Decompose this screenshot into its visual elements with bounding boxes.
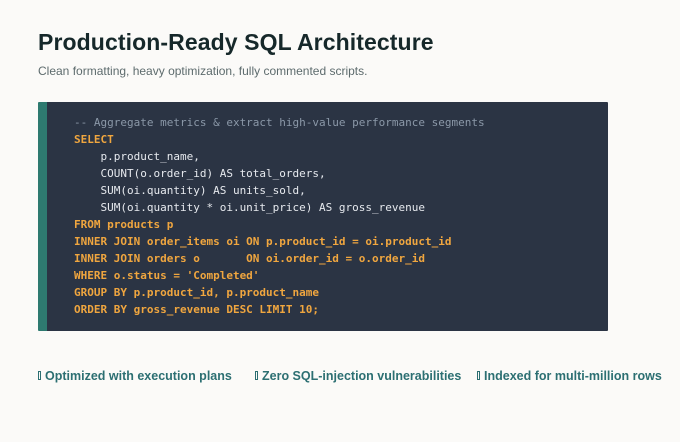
feature-item-execution-plans: Optimized with execution plans: [38, 368, 232, 384]
code-line-comment: -- Aggregate metrics & extract high-valu…: [74, 116, 485, 129]
check-icon: [255, 371, 258, 380]
check-icon: [477, 371, 480, 380]
code-line-order-by: ORDER BY gross_revenue DESC LIMIT 10;: [74, 303, 320, 316]
page-title: Production-Ready SQL Architecture: [38, 29, 434, 55]
feature-item-sql-injection: Zero SQL-injection vulnerabilities: [255, 368, 461, 384]
page-subtitle: Clean formatting, heavy optimization, fu…: [38, 64, 368, 78]
code-line-join-order-items: INNER JOIN order_items oi ON p.product_i…: [74, 235, 452, 248]
code-line-where: WHERE o.status = 'Completed': [74, 269, 260, 282]
code-line-gross-revenue: SUM(oi.quantity * oi.unit_price) AS gros…: [74, 201, 425, 214]
code-line-select: SELECT: [74, 133, 114, 146]
feature-label: Indexed for multi-million rows: [484, 369, 662, 383]
check-icon: [38, 371, 41, 380]
code-line-total-orders: COUNT(o.order_id) AS total_orders,: [74, 167, 326, 180]
code-line-from: FROM products p: [74, 218, 174, 231]
code-line-product-name: p.product_name,: [74, 150, 200, 163]
feature-item-indexed: Indexed for multi-million rows: [477, 368, 662, 384]
code-line-group-by: GROUP BY p.product_id, p.product_name: [74, 286, 320, 299]
feature-label: Optimized with execution plans: [45, 369, 232, 383]
sql-code-block[interactable]: -- Aggregate metrics & extract high-valu…: [38, 102, 608, 331]
code-line-units-sold: SUM(oi.quantity) AS units_sold,: [74, 184, 306, 197]
code-body: -- Aggregate metrics & extract high-valu…: [74, 114, 485, 318]
code-line-join-orders: INNER JOIN orders o ON oi.order_id = o.o…: [74, 252, 425, 265]
feature-label: Zero SQL-injection vulnerabilities: [262, 369, 462, 383]
feature-list: Optimized with execution plans Zero SQL-…: [38, 368, 662, 384]
